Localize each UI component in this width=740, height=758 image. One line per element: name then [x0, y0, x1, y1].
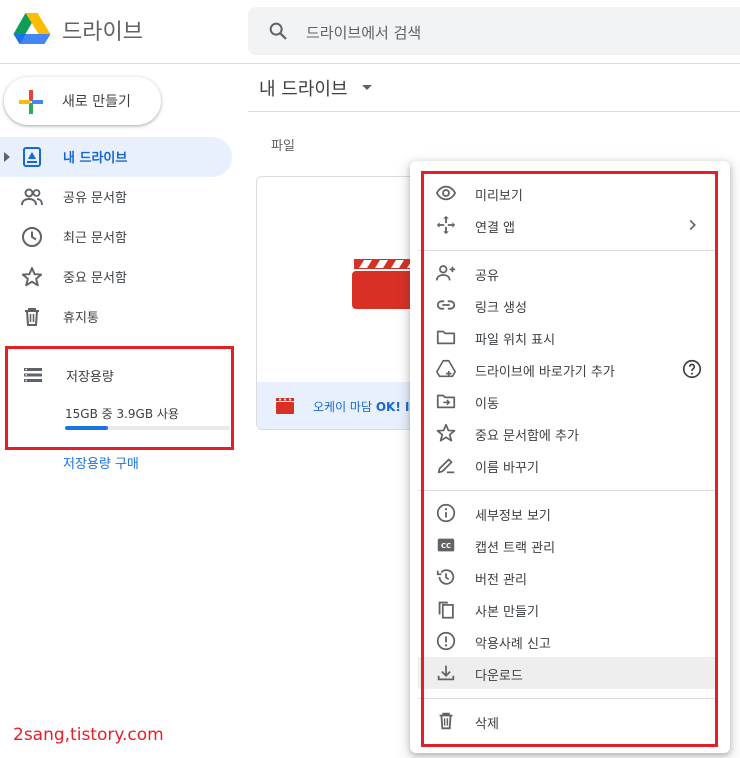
move-to-folder-icon — [435, 390, 457, 412]
menu-item-download[interactable]: 다운로드 — [418, 657, 716, 689]
menu-item-label: 삭제 — [475, 717, 499, 732]
menu-item-label: 이동 — [475, 397, 499, 412]
menu-item-label: 파일 위치 표시 — [475, 333, 556, 348]
menu-item-label: 이름 바꾸기 — [475, 461, 539, 476]
menu-item-label: 링크 생성 — [475, 301, 527, 316]
menu-item-details[interactable]: 세부정보 보기 — [418, 497, 716, 529]
expand-arrow-icon[interactable] — [4, 152, 10, 162]
menu-item-label: 중요 문서함에 추가 — [475, 429, 579, 444]
menu-item-preview[interactable]: 미리보기 — [418, 177, 716, 209]
my-drive-icon — [20, 145, 44, 169]
main-divider — [248, 111, 740, 112]
star-icon — [20, 265, 44, 289]
menu-item-label: 미리보기 — [475, 189, 523, 204]
move-arrows-icon — [435, 214, 457, 236]
google-drive-logo-icon[interactable] — [13, 12, 51, 46]
sidebar-item-label: 휴지통 — [63, 311, 99, 326]
download-icon — [435, 662, 457, 684]
shared-people-icon — [20, 185, 44, 209]
menu-item-captions[interactable]: CC 캡션 트랙 관리 — [418, 529, 716, 561]
menu-item-move[interactable]: 이동 — [418, 385, 716, 417]
menu-item-open-with[interactable]: 연결 앱 — [418, 209, 716, 241]
menu-separator — [418, 490, 716, 491]
app-title: 드라이브 — [62, 20, 143, 45]
buy-storage-link[interactable]: 저장용량 구매 — [63, 453, 139, 472]
sidebar-item-my-drive[interactable]: 내 드라이브 — [0, 137, 232, 177]
search-box[interactable]: 드라이브에서 검색 — [248, 7, 740, 55]
search-icon[interactable] — [267, 20, 289, 42]
report-icon — [435, 630, 457, 652]
new-button-label: 새로 만들기 — [62, 94, 131, 110]
menu-item-make-copy[interactable]: 사본 만들기 — [418, 593, 716, 625]
storage-label: 저장용량 — [66, 370, 114, 385]
folder-icon — [435, 326, 457, 348]
menu-item-show-location[interactable]: 파일 위치 표시 — [418, 321, 716, 353]
menu-item-versions[interactable]: 버전 관리 — [418, 561, 716, 593]
pencil-icon — [435, 454, 457, 476]
menu-item-rename[interactable]: 이름 바꾸기 — [418, 449, 716, 481]
sidebar-item-starred[interactable]: 중요 문서함 — [0, 257, 232, 297]
menu-item-delete[interactable]: 삭제 — [418, 705, 716, 737]
section-label: 파일 — [271, 139, 295, 154]
new-button[interactable]: 새로 만들기 — [4, 77, 161, 125]
star-icon — [435, 422, 457, 444]
storage-progress-fill — [65, 426, 108, 430]
eye-icon — [435, 182, 457, 204]
sidebar-item-shared[interactable]: 공유 문서함 — [0, 177, 232, 217]
file-card-footer[interactable]: 오케이 마담 OK! I — [257, 382, 415, 429]
drive-shortcut-icon — [435, 358, 457, 380]
plus-icon — [18, 89, 44, 115]
help-icon[interactable] — [681, 358, 703, 380]
menu-item-label: 캡션 트랙 관리 — [475, 541, 556, 556]
person-add-icon — [435, 262, 457, 284]
menu-item-share[interactable]: 공유 — [418, 257, 716, 289]
file-name: 오케이 마담 OK! I — [313, 398, 409, 415]
watermark: 2sang,tistory.com — [13, 725, 164, 745]
menu-item-label: 세부정보 보기 — [475, 509, 551, 524]
storage-usage-text: 15GB 중 3.9GB 사용 — [65, 407, 179, 421]
history-icon — [435, 566, 457, 588]
info-icon — [435, 502, 457, 524]
trash-icon — [435, 710, 457, 732]
menu-item-report-abuse[interactable]: 악용사례 신고 — [418, 625, 716, 657]
menu-separator — [418, 250, 716, 251]
storage-section[interactable]: 저장용량 15GB 중 3.9GB 사용 — [5, 346, 234, 450]
sidebar-item-label: 공유 문서함 — [63, 191, 127, 206]
sidebar-item-label: 최근 문서함 — [63, 231, 127, 246]
chevron-right-icon — [681, 214, 703, 236]
sidebar-item-trash[interactable]: 휴지통 — [0, 297, 232, 337]
sidebar-item-recent[interactable]: 최근 문서함 — [0, 217, 232, 257]
link-icon — [435, 294, 457, 316]
svg-text:CC: CC — [441, 542, 451, 550]
menu-item-label: 악용사례 신고 — [475, 637, 551, 652]
storage-progress-bar — [65, 426, 230, 430]
search-input[interactable]: 드라이브에서 검색 — [306, 22, 421, 43]
file-card[interactable]: 오케이 마담 OK! I — [256, 176, 416, 430]
cc-icon: CC — [435, 534, 457, 556]
sidebar-item-label: 중요 문서함 — [63, 271, 127, 286]
page-title[interactable]: 내 드라이브 — [259, 75, 348, 101]
copy-icon — [435, 598, 457, 620]
menu-item-label: 사본 만들기 — [475, 605, 539, 620]
menu-item-label: 공유 — [475, 269, 499, 284]
header-divider — [0, 63, 740, 64]
menu-item-label: 버전 관리 — [475, 573, 527, 588]
video-file-icon — [276, 398, 296, 414]
menu-item-label: 연결 앱 — [475, 221, 516, 236]
caret-down-icon[interactable] — [362, 85, 372, 90]
menu-item-get-link[interactable]: 링크 생성 — [418, 289, 716, 321]
menu-item-add-starred[interactable]: 중요 문서함에 추가 — [418, 417, 716, 449]
trash-icon — [20, 305, 44, 329]
file-name-bold: OK! I — [375, 400, 410, 414]
menu-item-add-shortcut[interactable]: 드라이브에 바로가기 추가 — [418, 353, 716, 385]
menu-item-label: 다운로드 — [475, 669, 523, 684]
video-thumbnail-icon — [352, 257, 415, 309]
file-name-prefix: 오케이 마담 — [313, 400, 376, 414]
menu-item-label: 드라이브에 바로가기 추가 — [475, 365, 615, 380]
clock-icon — [20, 225, 44, 249]
menu-separator — [418, 698, 716, 699]
storage-icon — [22, 364, 44, 386]
sidebar-item-label: 내 드라이브 — [63, 151, 128, 166]
